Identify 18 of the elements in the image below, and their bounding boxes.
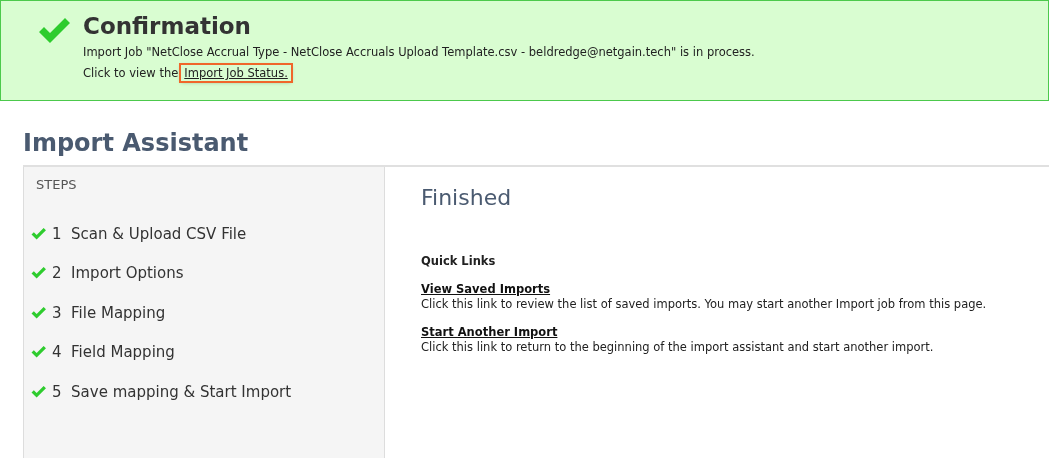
section-title: Finished <box>421 185 513 210</box>
page-title: Import Assistant <box>23 129 250 157</box>
quick-link[interactable]: Start Another Import <box>421 325 558 339</box>
link-prefix: Click to view the <box>83 66 179 80</box>
step-label: 5 Save mapping & Start Import <box>52 382 292 401</box>
step-label: 1 Scan & Upload CSV File <box>52 224 247 243</box>
link-description: Click this link to return to the beginning of the import assistant and start another import. <box>421 340 935 354</box>
quick-links-heading: Quick Links <box>421 254 497 268</box>
import-job-status-link[interactable]: Import Job Status. <box>181 65 291 81</box>
steps-heading: STEPS <box>36 177 78 192</box>
step-label: 4 Field Mapping <box>52 343 175 362</box>
quick-link[interactable]: View Saved Imports <box>421 282 551 296</box>
link-description: Click this link to review the list of saved imports. You may start another Import job from this page. <box>421 297 987 311</box>
confirmation-title: Confirmation <box>83 13 252 39</box>
step-label: 2 Import Options <box>52 264 184 283</box>
checkmark-icon <box>37 16 71 46</box>
confirmation-message: Import Job "NetClose Accrual Type - NetClose Accruals Upload Template.csv - beldredge@netgain.tech" is in process. <box>83 45 755 59</box>
step-label: 3 File Mapping <box>52 303 166 322</box>
